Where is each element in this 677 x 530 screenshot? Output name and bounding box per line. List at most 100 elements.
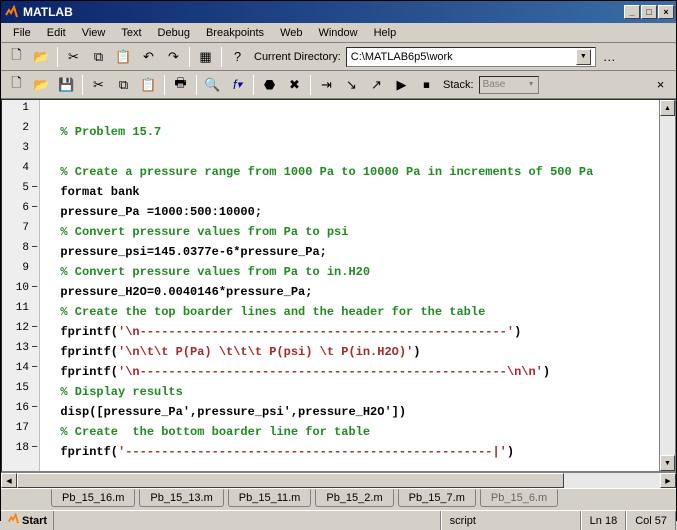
browse-dir-button[interactable]: … xyxy=(598,46,621,68)
open-file-icon[interactable]: 📂 xyxy=(30,46,53,68)
line-number: 6 xyxy=(2,202,39,222)
find-icon[interactable]: 🔍 xyxy=(201,74,224,96)
line-number: 16 xyxy=(2,402,39,422)
code-line[interactable]: % Create the top boarder lines and the h… xyxy=(46,302,653,322)
menu-debug[interactable]: Debug xyxy=(150,25,198,41)
separator xyxy=(57,47,58,67)
menu-text[interactable]: Text xyxy=(113,25,149,41)
stack-dropdown[interactable]: Base ▼ xyxy=(479,76,539,94)
separator xyxy=(196,75,197,95)
file-tab[interactable]: Pb_15_13.m xyxy=(139,489,223,507)
scroll-track[interactable] xyxy=(660,116,675,455)
file-tab[interactable]: Pb_15_2.m xyxy=(315,489,393,507)
set-breakpoint-icon[interactable]: ⬣ xyxy=(258,74,281,96)
code-line[interactable] xyxy=(46,142,653,162)
code-line[interactable]: fprintf('\n\t\t P(Pa) \t\t\t P(psi) \t P… xyxy=(46,342,653,362)
maximize-button[interactable]: □ xyxy=(641,5,657,19)
step-out-icon[interactable]: ↗ xyxy=(365,74,388,96)
undo-icon[interactable]: ↶ xyxy=(137,46,160,68)
minimize-button[interactable]: _ xyxy=(624,5,640,19)
paste-icon[interactable]: 📋 xyxy=(112,46,135,68)
code-line[interactable]: format bank xyxy=(46,182,653,202)
code-line[interactable]: fprintf('\n-----------------------------… xyxy=(46,362,653,382)
code-line[interactable]: % Convert pressure values from Pa to psi xyxy=(46,222,653,242)
help-icon[interactable]: ? xyxy=(226,46,249,68)
cut2-icon[interactable]: ✂ xyxy=(87,74,110,96)
continue-icon[interactable]: ▶ xyxy=(390,74,413,96)
file-tab[interactable]: Pb_15_6.m xyxy=(480,489,558,507)
editor-toolbar: 🗋 📂 💾 ✂ ⧉ 📋 🖶 🔍 f▾ ⬣ ✖ ⇥ ↘ ↗ ▶ ⏹ Stack: … xyxy=(1,71,676,99)
line-number: 18 xyxy=(2,442,39,462)
line-number: 3 xyxy=(2,142,39,162)
scroll-down-icon[interactable]: ▼ xyxy=(660,455,675,471)
code-line[interactable]: % Display results xyxy=(46,382,653,402)
scroll-track-h[interactable] xyxy=(17,473,660,488)
current-dir-label: Current Directory: xyxy=(251,51,344,63)
horizontal-scrollbar[interactable]: ◀ ▶ xyxy=(1,472,676,488)
open-mfile-icon[interactable]: 📂 xyxy=(30,74,53,96)
file-tab[interactable]: Pb_15_7.m xyxy=(398,489,476,507)
scroll-thumb[interactable] xyxy=(17,473,564,488)
line-number: 7 xyxy=(2,222,39,242)
print-icon[interactable]: 🖶 xyxy=(169,74,192,96)
menu-view[interactable]: View xyxy=(74,25,114,41)
menu-bar: FileEditViewTextDebugBreakpointsWebWindo… xyxy=(1,23,676,43)
code-line[interactable]: fprintf('-------------------------------… xyxy=(46,442,653,462)
menu-file[interactable]: File xyxy=(5,25,39,41)
scroll-up-icon[interactable]: ▲ xyxy=(660,100,675,116)
menu-web[interactable]: Web xyxy=(272,25,310,41)
code-line[interactable]: % Create a pressure range from 1000 Pa t… xyxy=(46,162,653,182)
line-number: 14 xyxy=(2,362,39,382)
line-number: 4 xyxy=(2,162,39,182)
exit-debug-icon[interactable]: ⏹ xyxy=(415,74,438,96)
current-dir-dropdown[interactable]: C:\MATLAB6p5\work ▼ xyxy=(346,47,596,67)
code-line[interactable] xyxy=(46,102,653,122)
cut-icon[interactable]: ✂ xyxy=(62,46,85,68)
simulink-icon[interactable]: ▦ xyxy=(194,46,217,68)
menu-edit[interactable]: Edit xyxy=(39,25,74,41)
code-editor[interactable]: % Problem 15.7 % Create a pressure range… xyxy=(40,100,659,471)
copy-icon[interactable]: ⧉ xyxy=(87,46,110,68)
copy2-icon[interactable]: ⧉ xyxy=(112,74,135,96)
line-number: 12 xyxy=(2,322,39,342)
clear-breakpoint-icon[interactable]: ✖ xyxy=(283,74,306,96)
line-number: 2 xyxy=(2,122,39,142)
line-number: 11 xyxy=(2,302,39,322)
line-number-gutter: 123456789101112131415161718 xyxy=(2,100,40,471)
paste2-icon[interactable]: 📋 xyxy=(137,74,160,96)
separator xyxy=(189,47,190,67)
toolbar-close-icon[interactable]: × xyxy=(649,74,672,96)
menu-help[interactable]: Help xyxy=(366,25,405,41)
code-line[interactable]: % Create the bottom boarder line for tab… xyxy=(46,422,653,442)
save-icon[interactable]: 💾 xyxy=(55,74,78,96)
line-number: 13 xyxy=(2,342,39,362)
code-line[interactable]: pressure_Pa =1000:500:10000; xyxy=(46,202,653,222)
step-in-icon[interactable]: ↘ xyxy=(340,74,363,96)
close-button[interactable]: × xyxy=(658,5,674,19)
new-file-icon[interactable]: 🗋 xyxy=(5,46,28,68)
vertical-scrollbar[interactable]: ▲ ▼ xyxy=(659,100,675,471)
function-icon[interactable]: f▾ xyxy=(226,74,249,96)
file-tab[interactable]: Pb_15_16.m xyxy=(51,489,135,507)
chevron-down-icon[interactable]: ▼ xyxy=(576,49,591,65)
scroll-right-icon[interactable]: ▶ xyxy=(660,473,676,488)
new-mfile-icon[interactable]: 🗋 xyxy=(5,74,28,96)
step-icon[interactable]: ⇥ xyxy=(315,74,338,96)
code-line[interactable]: % Convert pressure values from Pa to in.… xyxy=(46,262,653,282)
main-toolbar: 🗋 📂 ✂ ⧉ 📋 ↶ ↷ ▦ ? Current Directory: C:\… xyxy=(1,43,676,71)
stack-value: Base xyxy=(483,79,506,90)
line-number: 9 xyxy=(2,262,39,282)
separator xyxy=(253,75,254,95)
code-line[interactable]: fprintf('\n-----------------------------… xyxy=(46,322,653,342)
separator xyxy=(164,75,165,95)
menu-window[interactable]: Window xyxy=(310,25,365,41)
code-line[interactable]: pressure_psi=145.0377e-6*pressure_Pa; xyxy=(46,242,653,262)
code-line[interactable]: pressure_H2O=0.0040146*pressure_Pa; xyxy=(46,282,653,302)
scroll-left-icon[interactable]: ◀ xyxy=(1,473,17,488)
code-line[interactable]: % Problem 15.7 xyxy=(46,122,653,142)
file-tab[interactable]: Pb_15_11.m xyxy=(228,489,312,507)
menu-breakpoints[interactable]: Breakpoints xyxy=(198,25,272,41)
line-number: 10 xyxy=(2,282,39,302)
code-line[interactable]: disp([pressure_Pa',pressure_psi',pressur… xyxy=(46,402,653,422)
redo-icon[interactable]: ↷ xyxy=(162,46,185,68)
